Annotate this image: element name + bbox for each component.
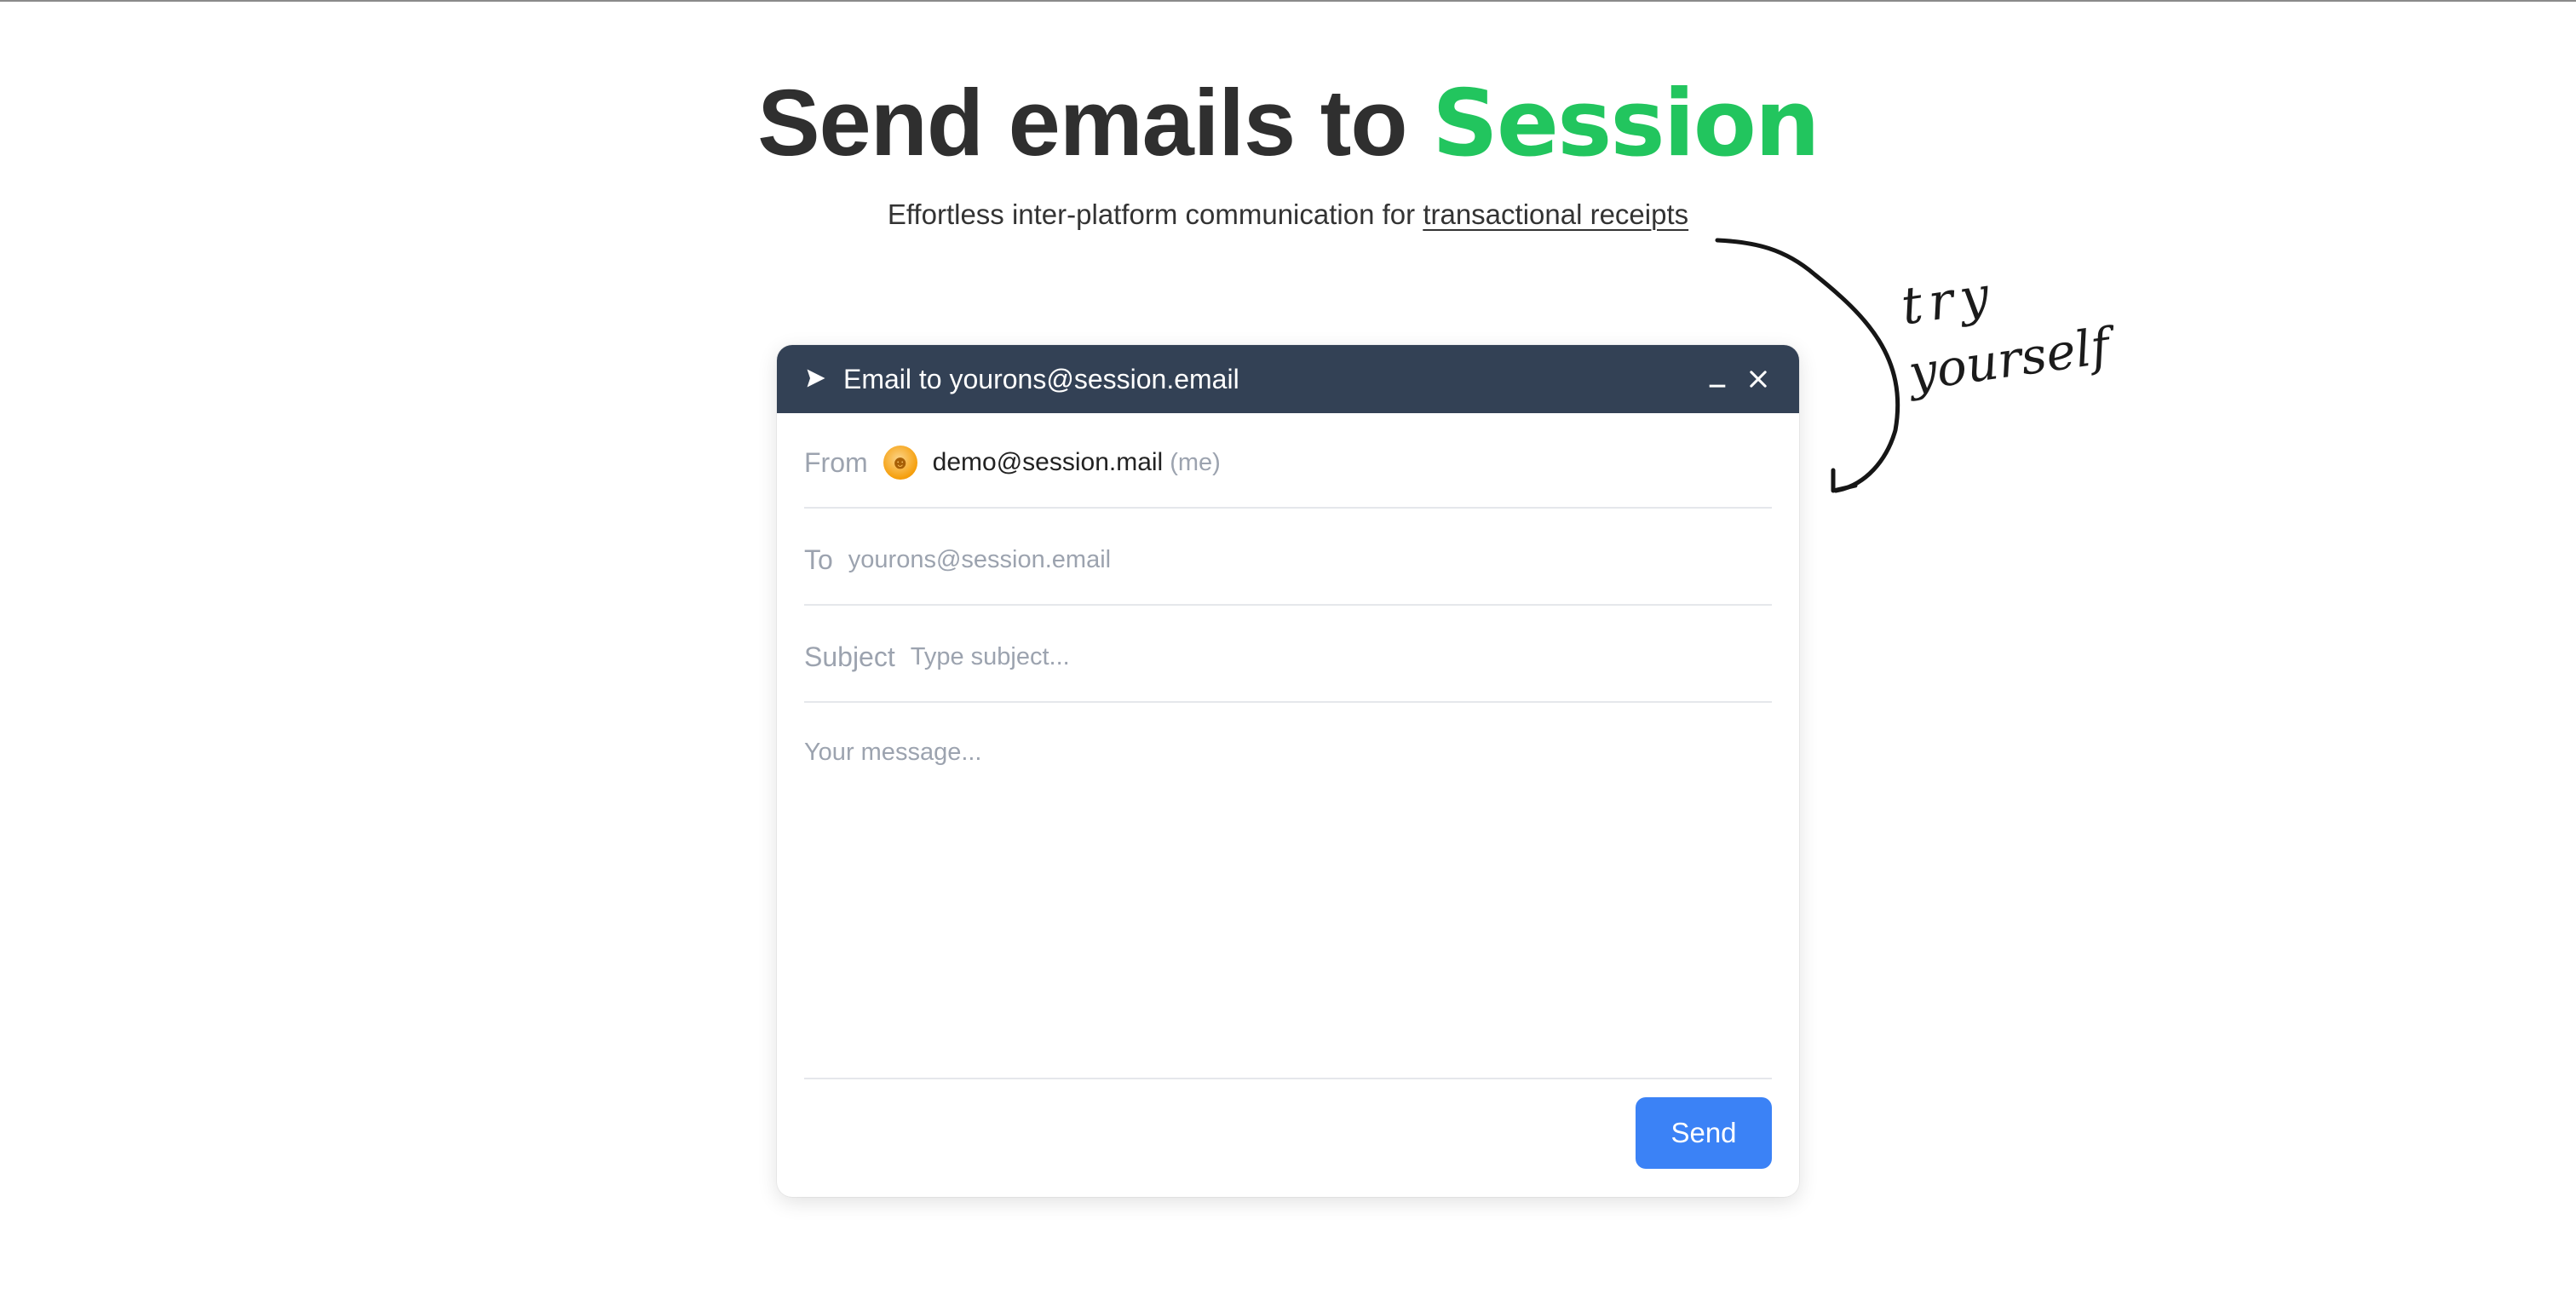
from-row: From ☻ demo@session.mail (me) — [804, 413, 1772, 509]
headline-prefix: Send emails to — [757, 71, 1407, 175]
headline-brand: Session — [1432, 71, 1820, 177]
compose-window: Email to yourons@session.email From ☻ de… — [777, 345, 1799, 1197]
from-me-tag: (me) — [1170, 448, 1221, 476]
hero-subtitle: Effortless inter-platform communication … — [0, 196, 2576, 233]
to-row: To — [804, 510, 1772, 606]
top-divider — [0, 0, 2576, 2]
avatar: ☻ — [883, 446, 917, 480]
close-icon[interactable] — [1741, 362, 1775, 396]
subject-input[interactable] — [910, 642, 1772, 671]
to-label: To — [804, 544, 833, 575]
minimize-icon[interactable] — [1700, 362, 1734, 396]
message-area — [804, 703, 1772, 1079]
to-input[interactable] — [848, 545, 1772, 574]
subtitle-text: Effortless inter-platform communication … — [887, 198, 1416, 230]
compose-title: Email to yourons@session.email — [843, 363, 1239, 394]
send-icon — [804, 366, 830, 392]
compose-header: Email to yourons@session.email — [777, 345, 1799, 413]
message-input[interactable] — [804, 703, 1772, 1078]
transactional-receipts-link[interactable]: transactional receipts — [1423, 198, 1688, 230]
hero-headline: Send emails to Session — [0, 68, 2576, 180]
subject-label: Subject — [804, 641, 895, 672]
from-email: demo@session.mail — [932, 448, 1164, 476]
subject-row: Subject — [804, 607, 1772, 703]
send-button[interactable]: Send — [1636, 1097, 1772, 1169]
from-label: From — [804, 446, 868, 478]
